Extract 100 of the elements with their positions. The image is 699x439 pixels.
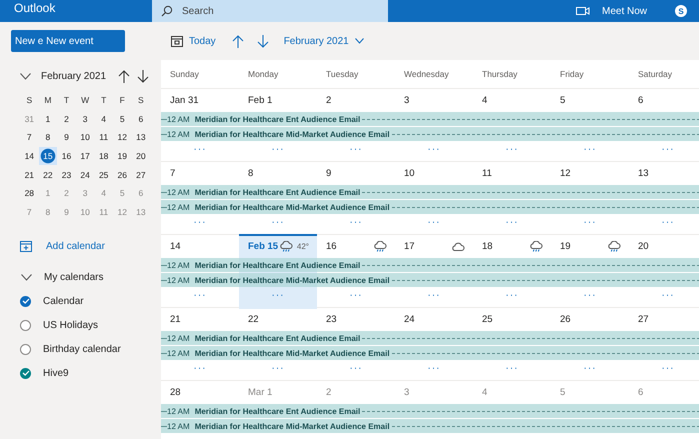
new-event-button[interactable]: New e New event — [11, 30, 125, 52]
calendar-checkbox[interactable] — [20, 296, 31, 307]
mini-calendar-day[interactable]: 11 — [94, 202, 113, 222]
event-bar[interactable]: 12 AM Meridian for Healthcare Mid-Market Audience Email — [161, 200, 699, 214]
more-events-link[interactable]: ··· — [428, 144, 440, 154]
event-bar[interactable]: 12 AM Meridian for Healthcare Mid-Market Audience Email — [161, 273, 699, 287]
arrow-up-icon[interactable] — [232, 34, 244, 48]
mini-calendar-day[interactable]: 12 — [112, 202, 132, 222]
mini-calendar-day[interactable]: 18 — [94, 146, 113, 166]
mini-calendar-day[interactable]: 9 — [57, 202, 76, 222]
mini-calendar-day[interactable]: 19 — [112, 146, 132, 166]
mini-calendar-day[interactable]: 13 — [132, 128, 150, 147]
more-events-link[interactable]: ··· — [506, 364, 518, 374]
mini-calendar-day[interactable]: 7 — [20, 202, 39, 222]
event-bar[interactable]: 12 AM Meridian for Healthcare Mid-Market Audience Email — [161, 127, 699, 141]
search-input[interactable]: Search — [182, 6, 302, 16]
calendar-name[interactable]: Calendar — [43, 296, 84, 307]
mini-calendar-day[interactable]: 7 — [20, 128, 39, 147]
mini-calendar-day[interactable]: 27 — [132, 165, 150, 184]
today-button[interactable]: Today — [168, 33, 219, 49]
mini-calendar-day[interactable]: 3 — [76, 184, 94, 203]
chevron-down-icon[interactable] — [20, 72, 31, 80]
mini-calendar-day[interactable]: 9 — [57, 128, 76, 147]
mini-calendar-day[interactable]: 31 — [20, 110, 39, 128]
mini-calendar-day[interactable]: 4 — [94, 110, 113, 128]
more-events-link[interactable]: ··· — [272, 364, 284, 374]
calendar-name[interactable]: Birthday calendar — [43, 344, 121, 355]
mini-calendar-day[interactable]: 13 — [132, 202, 150, 222]
more-events-link[interactable]: ··· — [350, 290, 362, 300]
more-events-link[interactable]: ··· — [662, 144, 674, 154]
calendar-checkbox[interactable] — [20, 368, 31, 379]
mini-calendar-day[interactable]: 25 — [94, 165, 113, 184]
event-bar[interactable]: 12 AM Meridian for Healthcare Ent Audience Email — [161, 185, 699, 199]
mini-calendar-day[interactable]: 4 — [94, 184, 113, 203]
event-bar[interactable]: 12 AM Meridian for Healthcare Ent Audience Email — [161, 112, 699, 126]
mini-calendar-day[interactable]: 15 — [38, 146, 58, 166]
more-events-link[interactable]: ··· — [506, 218, 518, 228]
month-picker[interactable]: February 2021 — [280, 34, 367, 48]
month-title[interactable]: February 2021 — [41, 70, 111, 82]
more-events-link[interactable]: ··· — [428, 364, 440, 374]
more-events-link[interactable]: ··· — [506, 290, 518, 300]
more-events-link[interactable]: ··· — [584, 218, 596, 228]
more-events-link[interactable]: ··· — [662, 218, 674, 228]
calendar-checkbox[interactable] — [20, 320, 31, 331]
more-events-link[interactable]: ··· — [350, 218, 362, 228]
mini-calendar-day[interactable]: 26 — [112, 165, 132, 184]
search-field[interactable]: Search — [152, 0, 388, 22]
arrow-down-icon[interactable] — [256, 34, 269, 48]
mini-calendar-day[interactable]: 10 — [76, 128, 94, 147]
mini-calendar-day[interactable]: 8 — [38, 128, 58, 147]
event-bar[interactable]: 12 AM Meridian for Healthcare Ent Audience Email — [161, 258, 699, 272]
video-camera-icon[interactable] — [576, 6, 590, 16]
meet-now-button[interactable]: Meet Now — [602, 6, 647, 16]
calendar-name[interactable]: Hive9 — [43, 368, 69, 379]
arrow-down-icon[interactable] — [137, 70, 149, 82]
mini-calendar-day[interactable]: 21 — [20, 165, 39, 184]
more-events-link[interactable]: ··· — [194, 364, 206, 374]
avatar[interactable]: S — [675, 5, 687, 17]
more-events-link[interactable]: ··· — [350, 144, 362, 154]
calendar-name[interactable]: US Holidays — [43, 320, 98, 331]
mini-calendar-day[interactable]: 17 — [76, 146, 94, 166]
mini-calendar-day[interactable]: 2 — [57, 110, 76, 128]
mini-calendar-day[interactable]: 1 — [38, 110, 58, 128]
mini-calendar-day[interactable]: 10 — [76, 202, 94, 222]
app-name[interactable]: Outlook — [0, 0, 152, 16]
mini-calendar-day[interactable]: 5 — [112, 184, 132, 203]
calendar-checkbox[interactable] — [20, 344, 31, 355]
event-bar[interactable]: 12 AM Meridian for Healthcare Ent Audience Email — [161, 404, 699, 418]
mini-calendar-day[interactable]: 1 — [38, 184, 58, 203]
more-events-link[interactable]: ··· — [662, 290, 674, 300]
mini-calendar-day[interactable]: 8 — [38, 202, 58, 222]
more-events-link[interactable]: ··· — [584, 290, 596, 300]
mini-calendar-day[interactable]: 11 — [94, 128, 113, 147]
more-events-link[interactable]: ··· — [194, 218, 206, 228]
mini-calendar-day[interactable]: 5 — [112, 110, 132, 128]
event-bar[interactable]: 12 AM Meridian for Healthcare Ent Audience Email — [161, 331, 699, 345]
more-events-link[interactable]: ··· — [272, 144, 284, 154]
mini-calendar-day[interactable]: 23 — [57, 165, 76, 184]
more-events-link[interactable]: ··· — [272, 218, 284, 228]
mini-calendar-day[interactable]: 28 — [20, 184, 39, 203]
mini-calendar-day[interactable]: 2 — [57, 184, 76, 203]
add-calendar-link[interactable]: Add calendar — [0, 239, 161, 254]
chevron-down-icon[interactable] — [21, 274, 32, 281]
more-events-link[interactable]: ··· — [662, 364, 674, 374]
more-events-link[interactable]: ··· — [350, 364, 362, 374]
mini-calendar-day[interactable]: 24 — [76, 165, 94, 184]
more-events-link[interactable]: ··· — [584, 144, 596, 154]
more-events-link[interactable]: ··· — [194, 144, 206, 154]
arrow-up-icon[interactable] — [118, 70, 130, 82]
more-events-link[interactable]: ··· — [272, 290, 284, 300]
event-bar[interactable]: 12 AM Meridian for Healthcare Mid-Market Audience Email — [161, 419, 699, 433]
more-events-link[interactable]: ··· — [506, 144, 518, 154]
more-events-link[interactable]: ··· — [194, 290, 206, 300]
more-events-link[interactable]: ··· — [428, 290, 440, 300]
mini-calendar-day[interactable]: 22 — [38, 165, 58, 184]
mini-calendar-day[interactable]: 12 — [112, 128, 132, 147]
mini-calendar-day[interactable]: 6 — [132, 110, 150, 128]
mini-calendar-day[interactable]: 6 — [132, 184, 150, 203]
mini-calendar-day[interactable]: 3 — [76, 110, 94, 128]
more-events-link[interactable]: ··· — [428, 218, 440, 228]
